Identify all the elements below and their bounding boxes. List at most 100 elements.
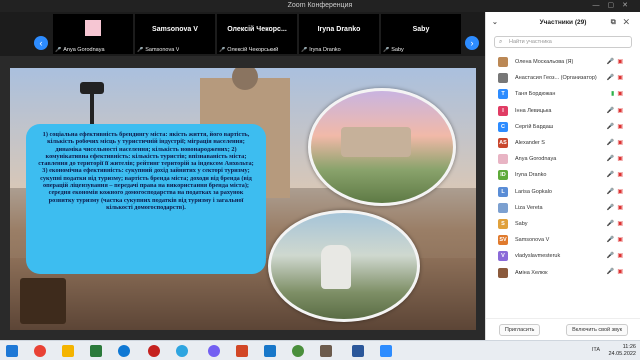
search-icon: ⌕ (499, 39, 503, 45)
avatar: SV (498, 235, 508, 246)
prev-page-button[interactable]: ‹ (34, 36, 48, 50)
participant-row[interactable]: C Сергій Бардаш 🎤▣ (486, 119, 640, 135)
participant-name: Аміна Хелюк (515, 269, 548, 276)
participant-row[interactable]: SV Samsonova V 🎤▣ (486, 232, 640, 248)
edge-icon[interactable] (118, 345, 130, 357)
file-explorer-icon[interactable] (62, 345, 74, 357)
video-thumbnail-strip: ‹ Anya Gorodnaya Samsonova V Samsonova V… (0, 12, 485, 56)
window-controls[interactable]: —▢✕ (593, 0, 636, 12)
mute-video-icons: 🎤▣ (606, 188, 626, 195)
participant-name: Олена Москальова (Я) (515, 59, 574, 66)
participants-panel: ⌄ Участники (29) ⧉ ✕ ⌕ Найти участника О… (485, 12, 640, 340)
thumbnail-caption: Iryna Dranko (301, 47, 341, 53)
input-language[interactable]: ITA (592, 347, 600, 353)
avatar: AS (498, 138, 508, 149)
participant-row[interactable]: AS Alexander S 🎤▣ (486, 135, 640, 151)
avatar: L (498, 186, 508, 197)
taskbar-clock[interactable]: 11:26 24.05.2022 (608, 344, 636, 358)
word-icon[interactable] (264, 345, 276, 357)
video-thumbnail[interactable]: Samsonova V Samsonova V (135, 14, 215, 54)
windows-taskbar: ITA 11:26 24.05.2022 (0, 340, 640, 360)
opera-icon[interactable] (148, 345, 160, 357)
chevron-down-icon[interactable]: ⌄ (492, 12, 498, 34)
participant-name: Сергій Бардаш (515, 123, 554, 130)
participants-header: ⌄ Участники (29) ⧉ ✕ (486, 12, 640, 34)
mute-video-icons: 🎤▣ (606, 269, 626, 276)
participant-row[interactable]: Анастасия Геоз... (Организатор) 🎤▣ (486, 70, 640, 86)
video-thumbnail[interactable]: Anya Gorodnaya (53, 14, 133, 54)
participants-footer: Пригласить Включить свой звук (486, 318, 640, 340)
participant-row[interactable]: Liza Vereta 🎤▣ (486, 200, 640, 216)
participant-name: Alexander S (515, 140, 545, 147)
participant-name: Інна Левицька (515, 107, 552, 114)
avatar: I (498, 105, 508, 116)
chrome-alt-icon[interactable] (292, 345, 304, 357)
participant-list: Олена Москальова (Я) 🎤▣ Анастасия Геоз...… (486, 54, 640, 281)
participant-name: Saby (515, 220, 528, 227)
video-thumbnail[interactable]: Iryna Dranko Iryna Dranko (299, 14, 379, 54)
mute-video-icons: 🎤▣ (606, 156, 626, 163)
participant-row[interactable]: ID Iryna Dranko 🎤▣ (486, 167, 640, 183)
powerpoint-icon[interactable] (236, 345, 248, 357)
avatar: S (498, 218, 508, 229)
bench-illustration (20, 278, 66, 324)
monument-photo (268, 210, 420, 322)
thumbnail-name: Iryna Dranko (317, 26, 361, 33)
participant-row[interactable]: L Larisa Gopkalo 🎤▣ (486, 184, 640, 200)
mute-video-icons: 🎤▣ (606, 139, 626, 146)
participant-row[interactable]: S Saby 🎤▣ (486, 216, 640, 232)
photos-icon[interactable] (320, 345, 332, 357)
participant-name: Larisa Gopkalo (515, 188, 552, 195)
participant-name: Samsonova V (515, 237, 550, 244)
participant-name: Liza Vereta (515, 204, 543, 211)
excel-icon[interactable] (90, 345, 102, 357)
popout-close-icons[interactable]: ⧉ ✕ (611, 12, 632, 34)
participant-row[interactable]: I Інна Левицька 🎤▣ (486, 103, 640, 119)
avatar (498, 154, 508, 165)
invite-button[interactable]: Пригласить (498, 323, 541, 336)
next-page-button[interactable]: › (465, 36, 479, 50)
telegram-icon[interactable] (176, 345, 188, 357)
participants-title: Участники (29) (539, 19, 587, 26)
unmute-myself-button[interactable]: Включить свой звук (566, 323, 629, 336)
slide-text: 1) соціальна ефективність брендингу міст… (38, 131, 254, 211)
window-title: Zoom Конференция (287, 2, 353, 9)
mute-video-icons: 🎤▣ (606, 123, 626, 130)
start-icon[interactable] (6, 345, 18, 357)
mute-video-icons: 🎤▣ (606, 253, 626, 260)
viber-icon[interactable] (208, 345, 220, 357)
thumbnail-name: Saby (412, 26, 430, 33)
mute-video-icons: 🎤▣ (606, 107, 626, 114)
participant-name: Iryna Dranko (515, 172, 547, 179)
participant-name: Таня Бордюжан (515, 91, 556, 98)
chrome-icon[interactable] (34, 345, 46, 357)
avatar (85, 20, 101, 36)
thumbnail-caption: Anya Gorodnaya (55, 47, 104, 53)
word-active-icon[interactable] (352, 345, 364, 357)
thumbnail-caption: Saby (383, 47, 404, 53)
participant-row[interactable]: Аміна Хелюк 🎤▣ (486, 264, 640, 280)
participant-row[interactable]: Anya Gorodnaya 🎤▣ (486, 151, 640, 167)
avatar (498, 57, 508, 68)
mute-video-icons: ▮▣ (611, 91, 626, 98)
mute-video-icons: 🎤▣ (606, 204, 626, 211)
thumbnail-name: Samsonova V (152, 26, 198, 33)
video-thumbnail[interactable]: Олексій Чекорс... Олексій Чекорський (217, 14, 297, 54)
participant-row[interactable]: Vvladyslavmesteruk 🎤▣ (486, 248, 640, 264)
participant-search-input[interactable]: ⌕ Найти участника (494, 36, 632, 48)
presentation-slide: 1) соціальна ефективність брендингу міст… (10, 68, 476, 330)
thumbnail-caption: Олексій Чекорський (219, 47, 278, 53)
participant-row[interactable]: Олена Москальова (Я) 🎤▣ (486, 54, 640, 70)
zoom-icon[interactable] (380, 345, 392, 357)
avatar: ID (498, 170, 508, 181)
mute-video-icons: 🎤▣ (606, 220, 626, 227)
avatar (498, 267, 508, 278)
avatar (498, 73, 508, 84)
mute-video-icons: 🎤▣ (606, 59, 626, 65)
window-titlebar: Zoom Конференция —▢✕ (0, 0, 640, 12)
mute-video-icons: 🎤▣ (606, 75, 626, 82)
video-thumbnail[interactable]: Saby Saby (381, 14, 461, 54)
participant-row[interactable]: T Таня Бордюжан ▮▣ (486, 86, 640, 102)
fortress-photo (308, 88, 456, 206)
clock-time: 11:26 (622, 344, 636, 350)
